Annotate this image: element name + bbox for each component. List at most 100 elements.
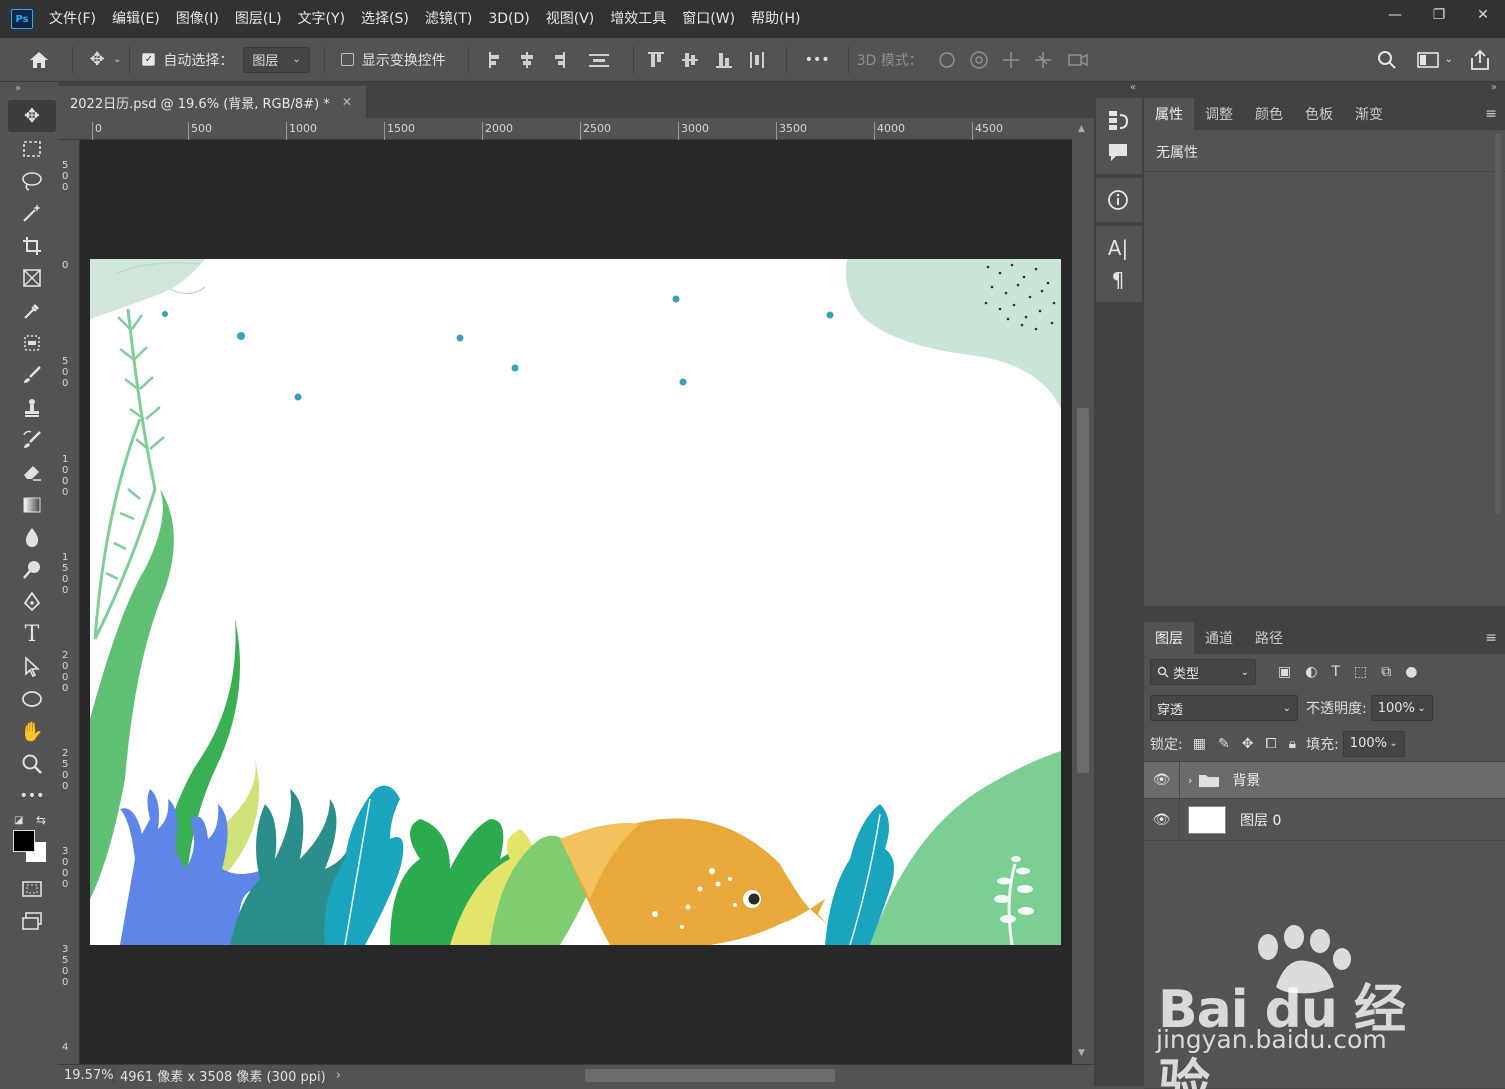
auto-select-target-dropdown[interactable]: 图层 ⌄ — [243, 46, 310, 73]
lock-artboard-icon[interactable]: ⧠ — [1265, 736, 1276, 752]
lock-transparent-icon[interactable]: ▦ — [1193, 736, 1206, 752]
properties-scrollbar[interactable] — [1495, 134, 1501, 514]
tab-layers[interactable]: 图层 — [1144, 622, 1194, 654]
edit-toolbar-button[interactable]: ••• — [8, 780, 56, 812]
horizontal-scroll-thumb[interactable] — [585, 1069, 835, 1082]
menu-edit[interactable]: 编辑(E) — [104, 0, 168, 38]
zoom-tool[interactable] — [8, 748, 56, 780]
filter-pixel-icon[interactable]: ▣ — [1278, 664, 1291, 680]
fill-input[interactable]: 100% ⌄ — [1342, 730, 1405, 757]
vertical-scrollbar[interactable]: ▲ ▼ — [1072, 118, 1094, 1064]
history-brush-tool[interactable] — [8, 424, 56, 456]
visibility-eye-icon[interactable]: 👁︎ — [1144, 762, 1180, 798]
clone-stamp-tool[interactable] — [8, 392, 56, 424]
blur-tool[interactable] — [8, 521, 56, 553]
move-tool[interactable]: ✥ — [8, 100, 56, 133]
document-tab[interactable]: 2022日历.psd @ 19.6% (背景, RGB/8#) * ✕ — [58, 86, 366, 118]
comments-panel-button[interactable] — [1096, 136, 1140, 168]
filter-smart-object-icon[interactable]: ⧉ — [1381, 664, 1391, 680]
menu-file[interactable]: 文件(F) — [41, 0, 104, 38]
tab-swatches[interactable]: 色板 — [1294, 98, 1344, 130]
filter-toggle-icon[interactable]: ● — [1405, 664, 1417, 680]
marquee-tool[interactable] — [8, 132, 56, 164]
vertical-scroll-thumb[interactable] — [1077, 408, 1089, 773]
artboard[interactable] — [90, 259, 1061, 945]
close-button[interactable]: ✕ — [1461, 0, 1505, 30]
more-options-button[interactable]: ••• — [805, 52, 830, 68]
panel-menu-icon[interactable]: ≡ — [1485, 106, 1497, 122]
panel-divider[interactable] — [1144, 606, 1505, 622]
opacity-input[interactable]: 100% ⌄ — [1370, 695, 1433, 721]
minimize-button[interactable]: — — [1373, 0, 1417, 30]
collapse-toolbar-icon[interactable]: » — [8, 82, 58, 100]
expand-group-icon[interactable]: › — [1188, 774, 1192, 787]
move-tool-preset[interactable]: ✥ ⌄ — [81, 49, 121, 70]
menu-layer[interactable]: 图层(L) — [227, 0, 290, 38]
lock-image-icon[interactable]: ✎ — [1218, 736, 1230, 752]
character-panel-button[interactable]: A| — [1096, 232, 1140, 264]
menu-filter[interactable]: 滤镜(T) — [417, 0, 480, 38]
blend-mode-dropdown[interactable]: 穿透 ⌄ — [1150, 695, 1298, 721]
pen-tool[interactable] — [8, 586, 56, 618]
default-colors-icon[interactable]: ◪ — [14, 815, 23, 826]
menu-plugins[interactable]: 增效工具 — [602, 0, 674, 38]
menu-window[interactable]: 窗口(W) — [674, 0, 743, 38]
panel-menu-icon[interactable]: ≡ — [1485, 630, 1497, 646]
tab-color[interactable]: 颜色 — [1244, 98, 1294, 130]
home-button[interactable] — [28, 50, 50, 70]
info-panel-button[interactable] — [1096, 184, 1140, 216]
frame-tool[interactable] — [8, 262, 56, 294]
tab-adjustments[interactable]: 调整 — [1194, 98, 1244, 130]
menu-help[interactable]: 帮助(H) — [743, 0, 808, 38]
tab-paths[interactable]: 路径 — [1244, 622, 1294, 654]
magic-wand-tool[interactable] — [8, 197, 56, 229]
gradient-tool[interactable] — [8, 489, 56, 521]
lasso-tool[interactable] — [8, 165, 56, 197]
eyedropper-tool[interactable] — [8, 294, 56, 326]
menu-view[interactable]: 视图(V) — [538, 0, 603, 38]
show-transform-checkbox[interactable]: 显示变换控件 — [340, 50, 446, 70]
collapse-dock-icon[interactable]: « — [1094, 82, 1144, 98]
menu-type[interactable]: 文字(Y) — [290, 0, 353, 38]
search-button[interactable] — [1377, 50, 1397, 70]
visibility-eye-icon[interactable]: 👁︎ — [1144, 799, 1180, 840]
expand-panels-icon[interactable]: » — [1144, 82, 1505, 98]
paragraph-panel-button[interactable]: ¶ — [1096, 264, 1140, 296]
menu-image[interactable]: 图像(I) — [168, 0, 227, 38]
scroll-down-icon[interactable]: ▼ — [1078, 1048, 1085, 1058]
screen-mode-button[interactable] — [8, 905, 56, 937]
menu-select[interactable]: 选择(S) — [353, 0, 417, 38]
type-tool[interactable]: T — [8, 618, 56, 650]
status-menu-arrow[interactable]: › — [326, 1068, 341, 1083]
filter-type-icon[interactable]: T — [1331, 664, 1340, 680]
layer-row-pixel[interactable]: 👁︎ 图层 0 — [1144, 799, 1505, 841]
crop-tool[interactable] — [8, 230, 56, 262]
zoom-level-field[interactable]: 19.57% — [58, 1068, 114, 1083]
dodge-tool[interactable] — [8, 553, 56, 585]
ellipse-tool[interactable] — [8, 683, 56, 715]
eraser-tool[interactable] — [8, 456, 56, 488]
filter-shape-icon[interactable]: ⬚ — [1354, 664, 1367, 680]
hand-tool[interactable]: ✋ — [8, 715, 56, 747]
layer-row-group[interactable]: 👁︎ › 背景 — [1144, 762, 1505, 799]
tab-properties[interactable]: 属性 — [1144, 98, 1194, 130]
lock-position-icon[interactable]: ✥ — [1242, 736, 1254, 752]
filter-adjustment-icon[interactable]: ◐ — [1305, 664, 1317, 680]
foreground-color-swatch[interactable] — [13, 829, 35, 852]
canvas-area[interactable] — [80, 140, 1072, 1064]
scroll-up-icon[interactable]: ▲ — [1078, 124, 1085, 134]
menu-3d[interactable]: 3D(D) — [480, 0, 537, 38]
path-selection-tool[interactable] — [8, 651, 56, 683]
brush-tool[interactable] — [8, 359, 56, 391]
workspace-button[interactable]: ⌄ — [1416, 51, 1453, 69]
restore-button[interactable]: ❐ — [1417, 0, 1461, 30]
auto-select-checkbox[interactable]: ✓ 自动选择： — [142, 50, 233, 70]
swap-colors-icon[interactable]: ⇆ — [36, 813, 46, 827]
share-button[interactable] — [1469, 49, 1491, 71]
close-document-icon[interactable]: ✕ — [342, 95, 352, 109]
tab-channels[interactable]: 通道 — [1194, 622, 1244, 654]
history-panel-button[interactable] — [1096, 104, 1140, 136]
quick-mask-button[interactable] — [8, 873, 56, 905]
layer-filter-dropdown[interactable]: 类型 ⌄ — [1150, 659, 1256, 685]
tab-gradients[interactable]: 渐变 — [1344, 98, 1394, 130]
